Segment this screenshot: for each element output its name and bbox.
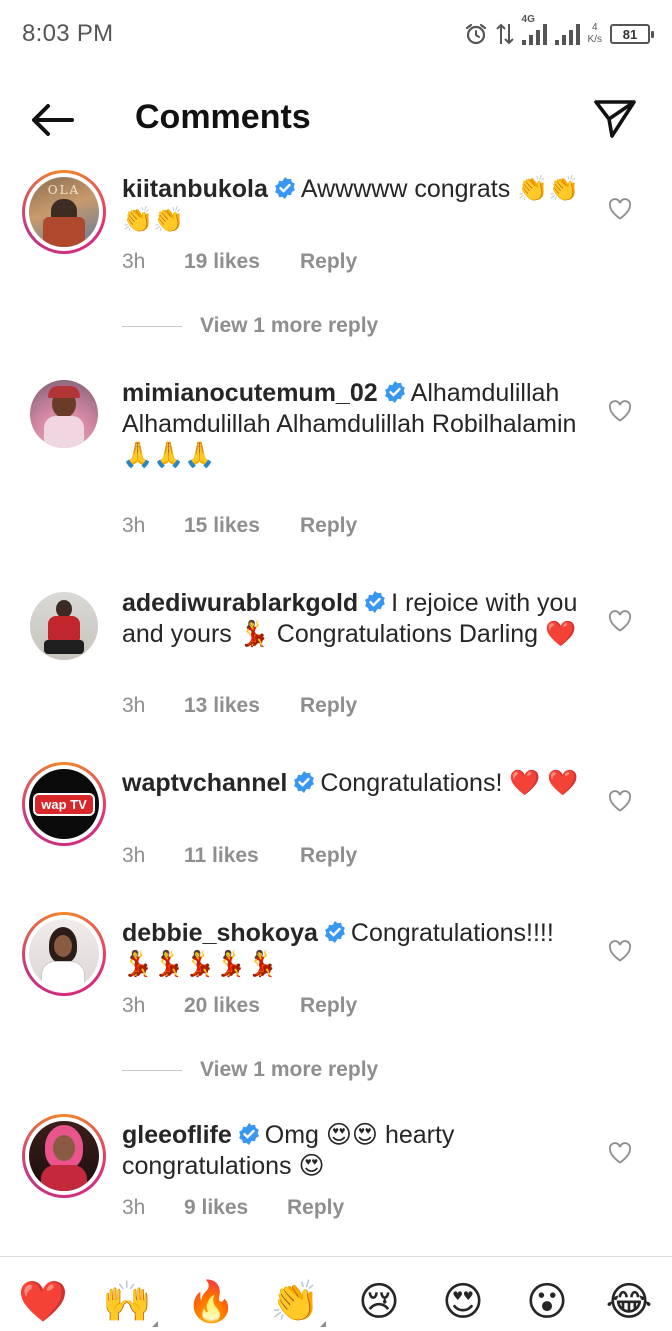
heart-icon[interactable]	[608, 790, 632, 812]
page-title: Comments	[135, 98, 311, 136]
reply-button[interactable]: Reply	[300, 250, 357, 274]
status-time: 8:03 PM	[22, 20, 114, 47]
header: Comments	[0, 80, 672, 160]
emoji-heart-button[interactable]: ❤️	[18, 1277, 68, 1327]
emoji-fire-button[interactable]: 🔥	[186, 1277, 236, 1327]
comment-username[interactable]: adediwurablarkgold	[122, 589, 358, 617]
reply-button[interactable]: Reply	[300, 844, 357, 868]
comment-meta: 3h 13 likes Reply	[122, 694, 357, 718]
avatar-text: OLA	[47, 183, 81, 197]
comment-meta: 3h 20 likes Reply	[122, 994, 357, 1018]
comment-meta: 3h 11 likes Reply	[122, 844, 357, 868]
reply-button[interactable]: Reply	[287, 1196, 344, 1220]
signal-icon-2	[554, 23, 580, 45]
avatar	[29, 1121, 99, 1191]
emoji-crying-button[interactable]: 😢	[354, 1277, 404, 1327]
emoji-surprised-button[interactable]: 😮	[522, 1277, 572, 1327]
comment-time: 3h	[122, 250, 146, 273]
avatar: wap TV	[29, 769, 99, 839]
reply-button[interactable]: Reply	[300, 694, 357, 718]
verified-badge-icon	[238, 1123, 259, 1145]
avatar[interactable]	[30, 592, 98, 660]
heart-icon[interactable]	[608, 198, 632, 220]
comment-likes[interactable]: 9 likes	[184, 1196, 287, 1220]
emoji-laughing-button[interactable]: 😂	[604, 1277, 654, 1327]
comment-likes[interactable]: 15 likes	[184, 514, 300, 538]
status-bar: 8:03 PM 4G 4 K/s 81	[0, 0, 672, 70]
heart-icon[interactable]	[608, 1142, 632, 1164]
emoji-reaction-bar: ❤️ 🙌 🔥 👏 😢 😍 😮 😂	[0, 1256, 672, 1331]
verified-badge-icon	[325, 921, 345, 943]
avatar-story-ring[interactable]: OLA	[22, 170, 106, 254]
comment-username[interactable]: kiitanbukola	[122, 175, 268, 203]
comment-meta: 3h 15 likes Reply	[122, 514, 357, 538]
avatar-story-ring[interactable]	[22, 1114, 106, 1198]
send-icon[interactable]	[592, 96, 638, 142]
comment-time: 3h	[122, 1196, 146, 1219]
emoji-raised-hands-button[interactable]: 🙌	[102, 1277, 158, 1327]
divider-line	[122, 325, 182, 327]
avatar-story-ring[interactable]: wap TV	[22, 762, 106, 846]
comment-meta: 3h 9 likes Reply	[122, 1196, 344, 1220]
reply-button[interactable]: Reply	[300, 514, 357, 538]
comment-meta: 3h 19 likes Reply	[122, 250, 357, 274]
emoji-label: 👏	[270, 1280, 320, 1324]
verified-badge-icon	[294, 771, 315, 793]
avatar[interactable]	[30, 380, 98, 448]
comment-time: 3h	[122, 514, 146, 537]
view-more-label: View 1 more reply	[200, 314, 379, 337]
battery-icon: 81	[610, 24, 654, 44]
heart-icon[interactable]	[608, 400, 632, 422]
heart-icon[interactable]	[608, 940, 632, 962]
back-arrow-icon[interactable]	[26, 98, 78, 142]
comment-username[interactable]: debbie_shokoya	[122, 919, 318, 947]
comment-likes[interactable]: 13 likes	[184, 694, 300, 718]
skin-tone-indicator	[152, 1321, 158, 1327]
verified-badge-icon	[274, 177, 295, 199]
comment-username[interactable]: gleeoflife	[122, 1121, 232, 1149]
avatar	[29, 919, 99, 989]
status-icons: 4G 4 K/s 81	[464, 14, 654, 52]
view-more-replies[interactable]: View 1 more reply	[122, 314, 378, 338]
comment-likes[interactable]: 11 likes	[184, 844, 300, 868]
alarm-icon	[465, 23, 486, 45]
verified-badge-icon	[384, 381, 405, 403]
divider-line	[122, 1069, 182, 1071]
avatar-text: wap TV	[33, 792, 95, 816]
avatar-story-ring[interactable]	[22, 912, 106, 996]
network-speed: 4 K/s	[587, 22, 602, 45]
skin-tone-indicator	[320, 1321, 326, 1327]
comment-time: 3h	[122, 844, 146, 867]
comment-text: Congratulations! ❤️ ❤️	[320, 769, 579, 797]
view-more-label: View 1 more reply	[200, 1058, 379, 1081]
emoji-label: 🙌	[102, 1280, 152, 1324]
verified-badge-icon	[365, 591, 386, 613]
avatar: OLA	[29, 177, 99, 247]
comment-username[interactable]: mimianocutemum_02	[122, 379, 378, 407]
comment-username[interactable]: waptvchannel	[122, 769, 287, 797]
emoji-clap-button[interactable]: 👏	[270, 1277, 326, 1327]
comment-likes[interactable]: 20 likes	[184, 994, 300, 1018]
view-more-replies[interactable]: View 1 more reply	[122, 1058, 378, 1082]
comment-likes[interactable]: 19 likes	[184, 250, 300, 274]
data-transfer-icon	[495, 23, 514, 45]
heart-icon[interactable]	[608, 610, 632, 632]
battery-level: 81	[622, 26, 638, 42]
reply-button[interactable]: Reply	[300, 994, 357, 1018]
network-type: 4G	[521, 14, 535, 25]
comment-time: 3h	[122, 994, 146, 1017]
emoji-heart-eyes-button[interactable]: 😍	[438, 1277, 488, 1327]
signal-icon: 4G	[521, 14, 547, 45]
comment-time: 3h	[122, 694, 146, 717]
